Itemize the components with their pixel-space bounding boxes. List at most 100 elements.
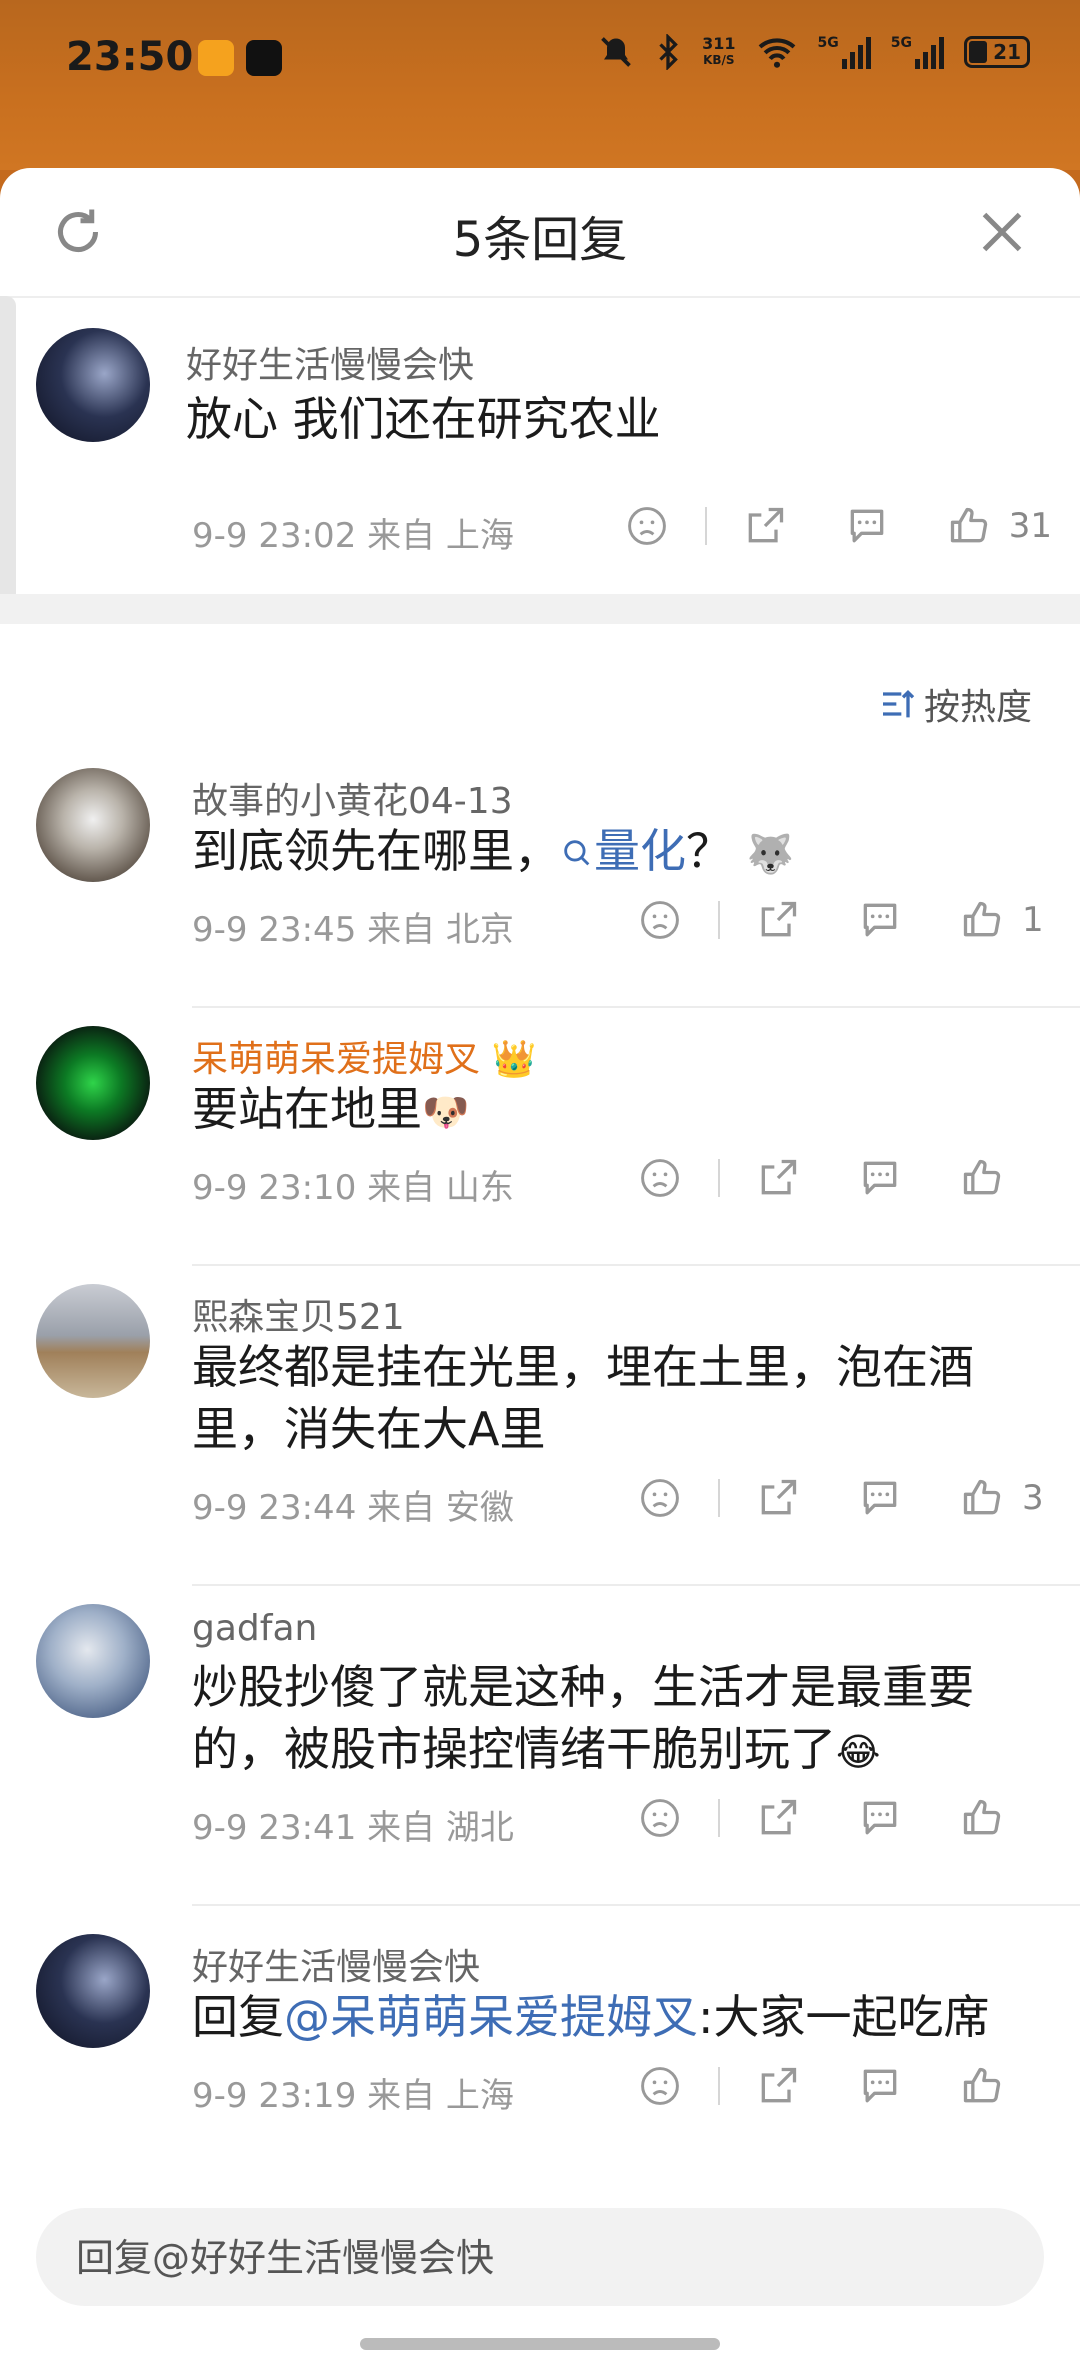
dislike-button[interactable] xyxy=(634,1472,686,1524)
net-speed-value: 311 xyxy=(702,34,736,53)
comment-text: 要站在地里🐶 xyxy=(192,1082,470,1136)
share-button[interactable] xyxy=(752,1792,804,1844)
sheet-title: 5条回复 xyxy=(452,212,628,268)
avatar[interactable] xyxy=(36,1284,150,1398)
app-notification-icon xyxy=(198,40,234,76)
username[interactable]: gadfan xyxy=(192,1608,317,1649)
share-icon xyxy=(748,507,783,543)
dislike-button[interactable] xyxy=(634,2060,686,2112)
sort-toggle[interactable]: 按热度 xyxy=(878,678,1032,730)
emoji: 🐺 xyxy=(746,832,794,876)
scroll-indicator[interactable] xyxy=(0,296,16,616)
dislike-icon xyxy=(641,901,679,939)
search-icon xyxy=(564,840,590,866)
share-icon xyxy=(761,2067,797,2103)
share-icon xyxy=(761,1159,797,1195)
close-icon[interactable] xyxy=(972,202,1032,262)
like-icon xyxy=(963,2067,1001,2103)
home-indicator[interactable] xyxy=(360,2338,720,2350)
comment-text: 到底领先在哪里， 量化？ 🐺 xyxy=(192,824,794,878)
avatar[interactable] xyxy=(36,328,150,442)
like-button[interactable] xyxy=(956,894,1008,946)
network-type-1: 5G xyxy=(817,35,839,51)
comment-button[interactable] xyxy=(854,1792,906,1844)
dislike-button[interactable] xyxy=(621,500,673,552)
comment-icon xyxy=(850,509,884,543)
share-button[interactable] xyxy=(752,894,804,946)
share-button[interactable] xyxy=(752,1472,804,1524)
username[interactable]: 好好生活慢慢会快 xyxy=(186,336,474,388)
comment-text: 最终都是挂在光里，埋在土里，泡在酒里，消失在大A里 xyxy=(192,1340,974,1456)
username[interactable]: 熙森宝贝521 xyxy=(192,1288,405,1340)
avatar[interactable] xyxy=(36,1604,150,1718)
like-button[interactable] xyxy=(956,2060,1008,2112)
net-speed-unit: KB/S xyxy=(703,53,735,67)
emoji: 🐶 xyxy=(422,1090,470,1134)
dislike-button[interactable] xyxy=(634,1152,686,1204)
like-button[interactable] xyxy=(956,1472,1008,1524)
comment-meta: 9-9 23:44 来自 安徽 xyxy=(192,1488,514,1528)
tiktok-icon xyxy=(246,40,282,76)
signal-icon-2: 5G xyxy=(891,35,944,69)
dislike-icon xyxy=(641,1479,679,1517)
mute-icon xyxy=(601,37,631,67)
comment-icon xyxy=(863,2069,897,2103)
avatar[interactable] xyxy=(36,768,150,882)
comment-button[interactable] xyxy=(854,1152,906,1204)
avatar[interactable] xyxy=(36,1026,150,1140)
reply-input-box[interactable] xyxy=(36,2208,1044,2308)
share-icon xyxy=(761,1799,797,1835)
network-type-2: 5G xyxy=(890,35,912,51)
battery-icon: 21 xyxy=(964,36,1030,68)
comment-button[interactable] xyxy=(854,2060,906,2112)
username[interactable]: 好好生活慢慢会快 xyxy=(192,1938,480,1990)
dislike-icon xyxy=(627,507,666,545)
battery-level: 21 xyxy=(993,40,1021,64)
like-button[interactable] xyxy=(956,1152,1008,1204)
sort-label: 按热度 xyxy=(923,687,1032,728)
username[interactable]: 呆萌萌呆爱提姆叉 👑 xyxy=(192,1030,536,1082)
share-button[interactable] xyxy=(739,500,791,552)
comment-button[interactable] xyxy=(854,894,906,946)
status-time: 23:50 xyxy=(66,34,194,80)
comment-text: 回复@呆萌萌呆爱提姆叉:大家一起吃席 xyxy=(192,1990,990,2044)
like-icon xyxy=(950,507,987,543)
sheet-header: 5条回复 xyxy=(0,168,1080,298)
dislike-button[interactable] xyxy=(634,1792,686,1844)
like-icon xyxy=(963,1159,1001,1195)
like-count: 31 xyxy=(1008,506,1052,546)
topic-link[interactable]: 量化 xyxy=(560,824,686,878)
like-icon xyxy=(963,901,1001,937)
row-divider xyxy=(192,1006,1080,1008)
bluetooth-icon xyxy=(659,34,678,70)
emoji: 😂 xyxy=(836,1730,881,1774)
dislike-icon xyxy=(641,1159,679,1197)
username[interactable]: 故事的小黄花04-13 xyxy=(192,772,513,824)
share-button[interactable] xyxy=(752,1152,804,1204)
avatar[interactable] xyxy=(36,1934,150,2048)
share-icon xyxy=(761,1479,797,1515)
like-icon xyxy=(963,1799,1001,1835)
sort-icon xyxy=(882,689,915,718)
comment-icon xyxy=(863,1801,897,1835)
share-icon xyxy=(761,901,797,937)
comment-meta: 9-9 23:10 来自 山东 xyxy=(192,1168,514,1208)
comment-button[interactable] xyxy=(854,1472,906,1524)
header-divider xyxy=(0,296,1080,298)
wifi-icon xyxy=(758,38,795,68)
like-button[interactable] xyxy=(956,1792,1008,1844)
reply-input[interactable] xyxy=(74,2208,1018,2308)
comment-meta: 9-9 23:41 来自 湖北 xyxy=(192,1808,514,1848)
vip-crown-icon: 👑 xyxy=(491,1039,537,1080)
row-divider xyxy=(192,1904,1080,1906)
like-count: 1 xyxy=(1022,900,1044,940)
dislike-icon xyxy=(641,2067,679,2105)
comment-icon xyxy=(863,1161,897,1195)
like-button[interactable] xyxy=(943,500,995,552)
dislike-icon xyxy=(641,1799,679,1837)
section-separator xyxy=(0,594,1080,624)
comment-button[interactable] xyxy=(841,500,893,552)
dislike-button[interactable] xyxy=(634,894,686,946)
mention-link[interactable]: @呆萌萌呆爱提姆叉 xyxy=(284,1990,698,2044)
share-button[interactable] xyxy=(752,2060,804,2112)
